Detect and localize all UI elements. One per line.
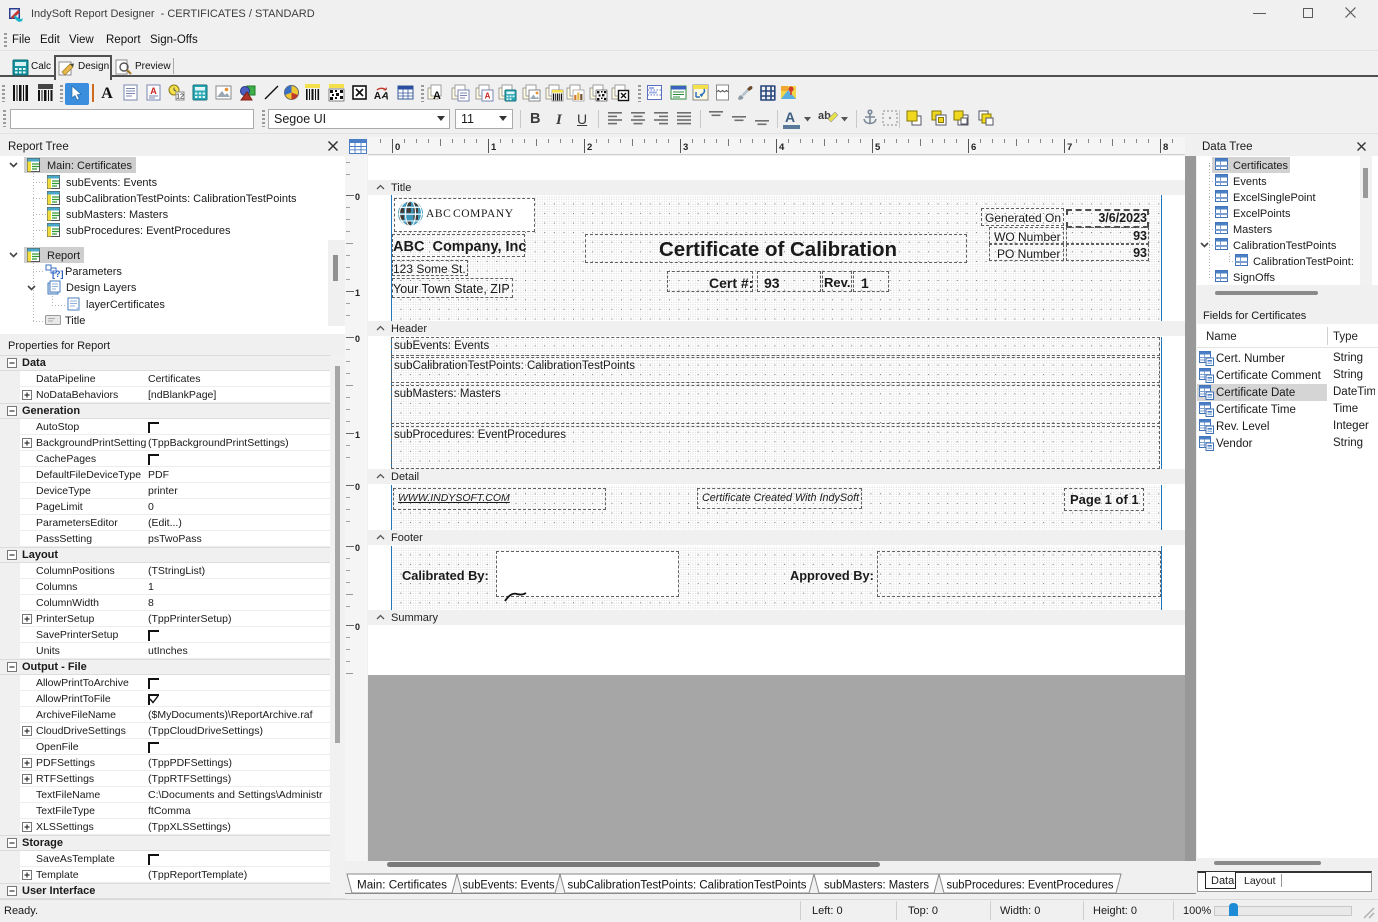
svg-text:Main: Certificates: Main: Certificates [357, 880, 447, 892]
svg-text:12: 12 [176, 94, 184, 101]
svg-text:subProcedures: EventProcedures: subProcedures: EventProcedures [947, 880, 1114, 892]
svg-text:A: A [433, 90, 441, 102]
svg-text:subMasters: Masters: subMasters: Masters [824, 880, 929, 892]
svg-text:[?]: [?] [52, 269, 64, 279]
svg-text:A: A [485, 92, 491, 101]
svg-text:subCalibrationTestPoints: Cali: subCalibrationTestPoints: CalibrationTes… [568, 880, 807, 892]
svg-text:A: A [101, 85, 113, 102]
svg-text:A: A [381, 90, 391, 102]
svg-text:subEvents: Events: subEvents: Events [463, 880, 555, 892]
svg-text:A: A [150, 86, 157, 96]
